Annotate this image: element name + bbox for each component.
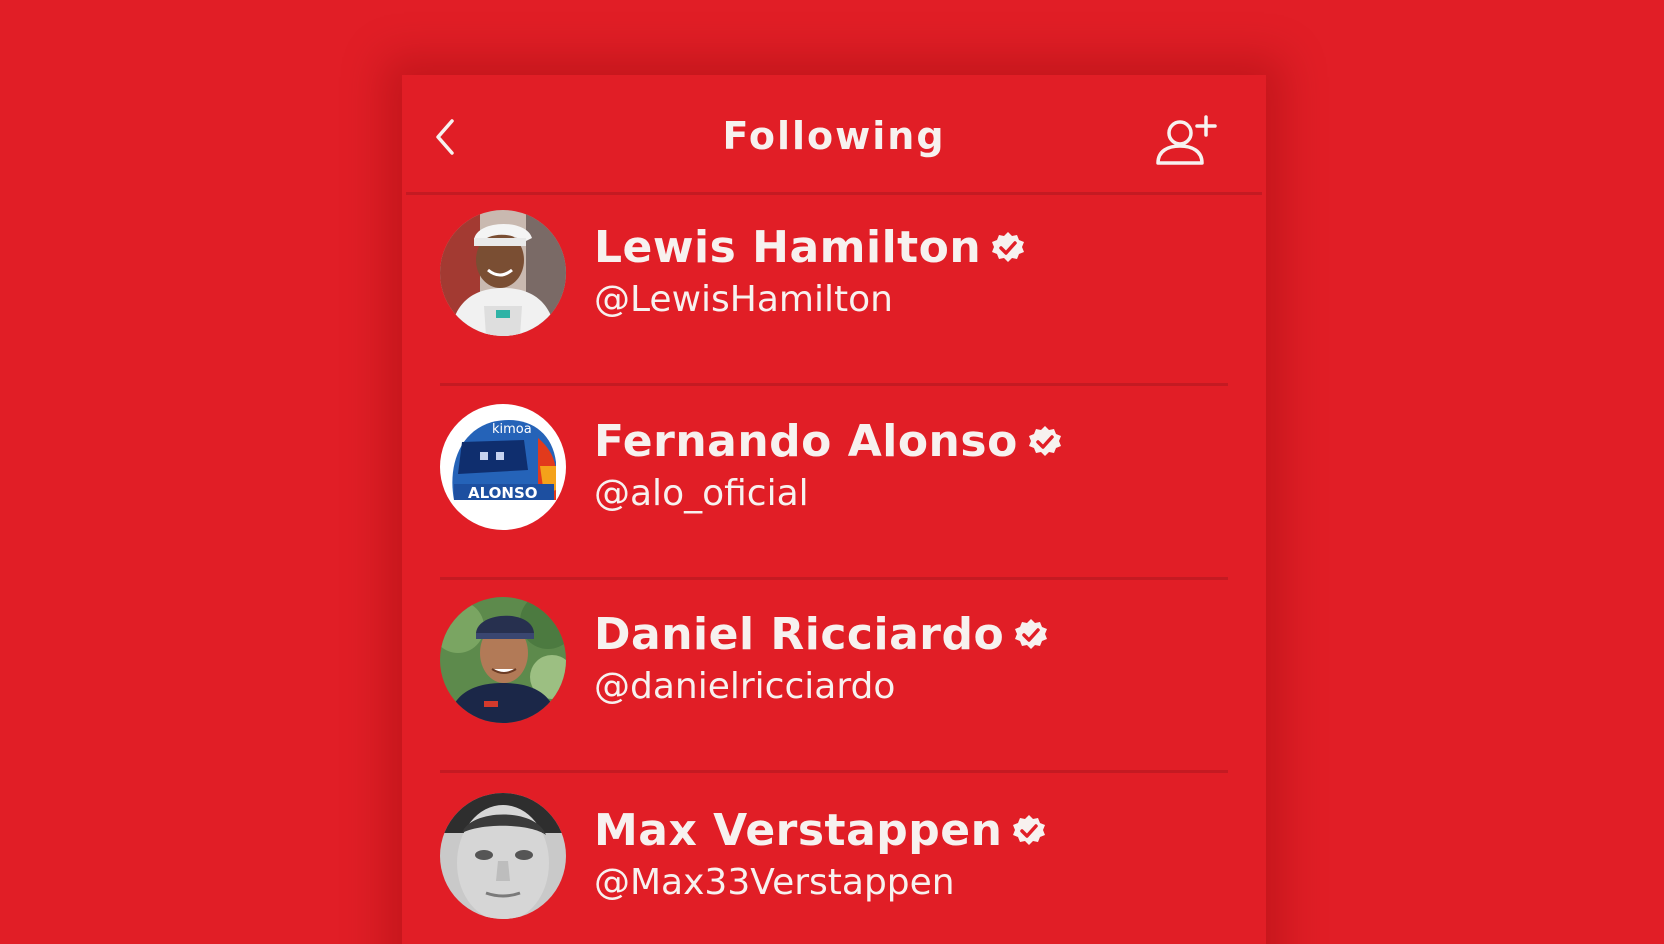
name-row: Max Verstappen bbox=[594, 803, 1046, 859]
following-item-fernando-alonso[interactable]: kimoa ALONSO Fernando Alonso @alo_oficia… bbox=[402, 404, 1266, 594]
avatar bbox=[440, 210, 566, 336]
user-handle: @LewisHamilton bbox=[594, 279, 893, 320]
display-name: Lewis Hamilton bbox=[594, 222, 982, 273]
verified-badge-icon bbox=[1013, 815, 1046, 845]
name-row: Lewis Hamilton bbox=[594, 220, 1025, 276]
app-background: Following Lewis Hamilton @LewisHamilton … bbox=[0, 0, 1664, 944]
verified-badge-icon bbox=[992, 232, 1025, 262]
avatar bbox=[440, 793, 566, 919]
display-name: Daniel Ricciardo bbox=[594, 609, 1005, 660]
following-screen: Following Lewis Hamilton @LewisHamilton … bbox=[402, 75, 1266, 944]
following-item-max-verstappen[interactable]: Max Verstappen @Max33Verstappen bbox=[402, 793, 1266, 944]
following-item-daniel-ricciardo[interactable]: Daniel Ricciardo @danielricciardo bbox=[402, 597, 1266, 787]
add-user-button[interactable] bbox=[1154, 113, 1222, 169]
display-name: Max Verstappen bbox=[594, 805, 1003, 856]
avatar bbox=[440, 597, 566, 723]
name-row: Daniel Ricciardo bbox=[594, 607, 1048, 663]
header-divider bbox=[406, 192, 1262, 195]
avatar: kimoa ALONSO bbox=[440, 404, 566, 530]
name-row: Fernando Alonso bbox=[594, 414, 1062, 470]
user-handle: @Max33Verstappen bbox=[594, 862, 955, 903]
list-divider bbox=[440, 577, 1228, 580]
following-item-lewis-hamilton[interactable]: Lewis Hamilton @LewisHamilton bbox=[402, 210, 1266, 400]
display-name: Fernando Alonso bbox=[594, 416, 1018, 467]
user-handle: @danielricciardo bbox=[594, 666, 896, 707]
list-divider bbox=[440, 770, 1228, 773]
avatar-kimoa-text: kimoa bbox=[492, 422, 532, 437]
avatar-helmet-text: ALONSO bbox=[468, 484, 538, 502]
header-bar: Following bbox=[402, 75, 1266, 195]
page-title: Following bbox=[722, 114, 946, 158]
add-user-icon bbox=[1156, 115, 1217, 165]
verified-badge-icon bbox=[1015, 619, 1048, 649]
verified-badge-icon bbox=[1028, 426, 1061, 456]
list-divider bbox=[440, 383, 1228, 386]
user-handle: @alo_oficial bbox=[594, 473, 809, 514]
